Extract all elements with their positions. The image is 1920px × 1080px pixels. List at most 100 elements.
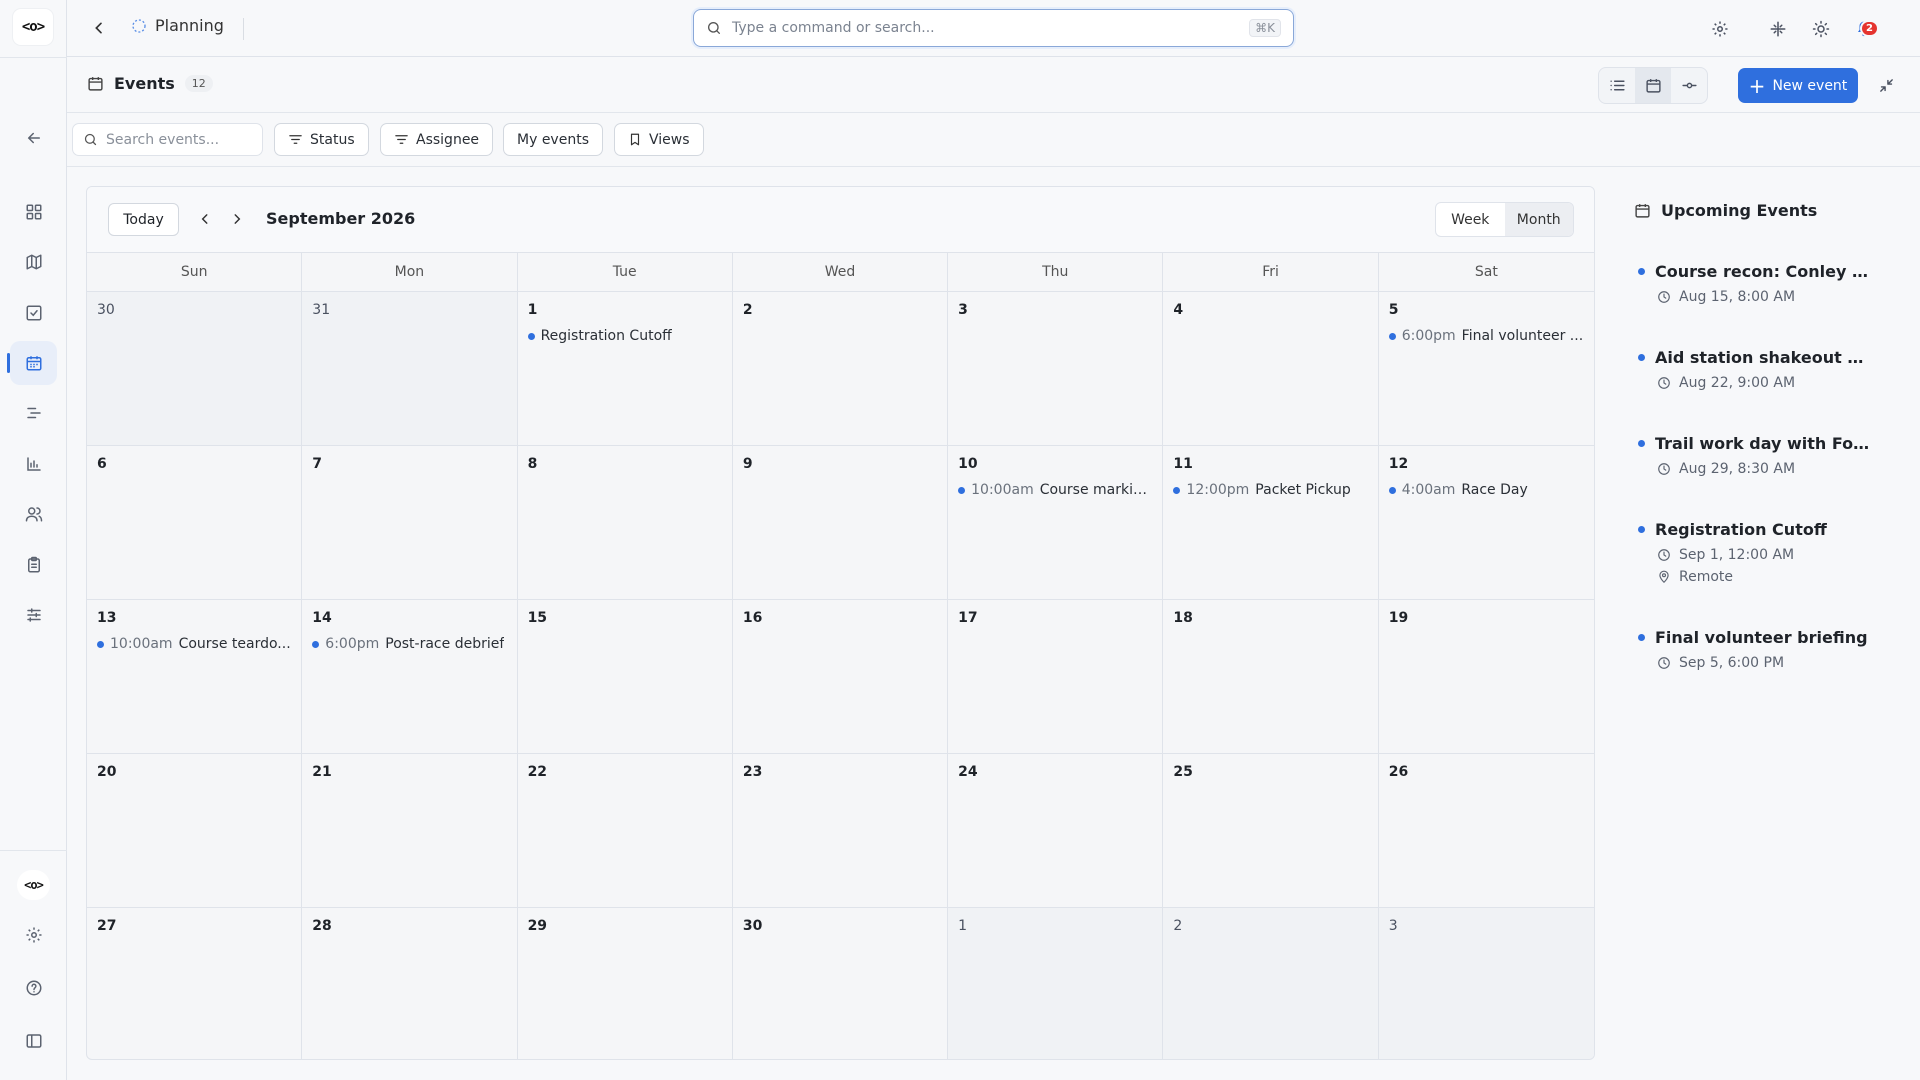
calendar-event[interactable]: 6:00pm Final volunteer ... bbox=[1388, 328, 1584, 344]
calendar-icon[interactable] bbox=[7, 341, 57, 385]
event-dot bbox=[1388, 486, 1396, 494]
day-cell[interactable]: 15 bbox=[517, 600, 733, 754]
day-cell[interactable]: 5 6:00pm Final volunteer ... bbox=[1378, 292, 1594, 446]
day-cell[interactable]: 10 10:00am Course markin... bbox=[948, 446, 1164, 600]
day-cell[interactable]: 3 bbox=[1378, 908, 1594, 1059]
tasks-check-icon[interactable] bbox=[10, 291, 57, 335]
day-cell[interactable]: 6 bbox=[87, 446, 303, 600]
day-cell[interactable]: 12 4:00am Race Day bbox=[1378, 446, 1594, 600]
list-view-icon[interactable] bbox=[1599, 68, 1635, 103]
day-cell[interactable]: 2 bbox=[1163, 908, 1379, 1059]
upcoming-event[interactable]: Trail work day with Forest ... Aug 29, 8:… bbox=[1638, 434, 1908, 477]
timeline-view-icon[interactable] bbox=[1671, 68, 1707, 103]
day-cell[interactable]: 1 Registration Cutoff bbox=[517, 292, 733, 446]
month-view-button[interactable]: Month bbox=[1504, 203, 1573, 236]
chart-icon[interactable] bbox=[10, 442, 57, 486]
day-cell[interactable]: 26 bbox=[1378, 754, 1594, 908]
sliders-icon[interactable] bbox=[10, 593, 57, 637]
day-cell[interactable]: 30 bbox=[87, 292, 303, 446]
day-number: 28 bbox=[312, 918, 332, 934]
day-cell[interactable]: 11 12:00pm Packet Pickup bbox=[1163, 446, 1379, 600]
notifications-bell-icon[interactable]: 2 bbox=[1851, 16, 1879, 42]
month-grid: 30 31 1 Registration Cutoff 2 3 4 5 6:00pm Final … bbox=[87, 292, 1594, 1059]
bookmark-icon bbox=[630, 133, 640, 146]
collapse-arrow-icon[interactable] bbox=[10, 116, 57, 160]
upcoming-event-time: Sep 5, 6:00 PM bbox=[1657, 655, 1908, 671]
day-cell[interactable]: 22 bbox=[517, 754, 733, 908]
day-cell[interactable]: 28 bbox=[302, 908, 518, 1059]
day-cell[interactable]: 31 bbox=[302, 292, 518, 446]
sparkle-icon[interactable] bbox=[1765, 16, 1791, 42]
day-cell[interactable]: 9 bbox=[732, 446, 949, 600]
timeline-icon[interactable] bbox=[10, 391, 57, 435]
help-icon[interactable] bbox=[10, 966, 57, 1010]
upcoming-event-name: Trail work day with Forest ... bbox=[1655, 434, 1875, 453]
clipboard-icon[interactable] bbox=[10, 543, 57, 587]
upcoming-event[interactable]: Aid station shakeout & ge... Aug 22, 9:00… bbox=[1638, 348, 1908, 391]
day-number: 6 bbox=[97, 456, 107, 472]
weekday-label: Thu bbox=[948, 253, 1164, 291]
map-icon[interactable] bbox=[10, 240, 57, 284]
views-button[interactable]: Views bbox=[614, 123, 704, 156]
upcoming-event[interactable]: Registration Cutoff Sep 1, 12:00 AM Remote bbox=[1638, 520, 1908, 585]
brand-logo[interactable]: <o> bbox=[17, 870, 50, 900]
day-cell[interactable]: 19 bbox=[1378, 600, 1594, 754]
calendar-event[interactable]: 12:00pm Packet Pickup bbox=[1173, 482, 1367, 498]
upcoming-event[interactable]: Course recon: Conley Cov... Aug 15, 8:00 … bbox=[1638, 262, 1908, 305]
day-cell[interactable]: 1 bbox=[948, 908, 1164, 1059]
day-cell[interactable]: 23 bbox=[732, 754, 949, 908]
day-cell[interactable]: 29 bbox=[518, 908, 733, 1059]
theme-sun-icon[interactable] bbox=[1808, 16, 1834, 42]
users-icon[interactable] bbox=[10, 492, 57, 536]
assignee-filter-button[interactable]: Assignee bbox=[380, 123, 494, 156]
settings-icon[interactable] bbox=[1707, 16, 1733, 42]
day-cell[interactable]: 30 bbox=[733, 908, 949, 1059]
search-events-input[interactable]: Search events... bbox=[72, 123, 263, 156]
command-search-input[interactable]: Type a command or search... ⌘K bbox=[693, 9, 1294, 47]
day-cell[interactable]: 25 bbox=[1163, 754, 1379, 908]
settings-gear-icon[interactable] bbox=[10, 913, 57, 957]
next-month-icon[interactable] bbox=[225, 207, 249, 231]
event-dot bbox=[1638, 526, 1645, 533]
day-cell[interactable]: 2 bbox=[732, 292, 949, 446]
calendar-toolbar: Today September 2026 Week Month bbox=[87, 187, 1594, 253]
back-chevron-icon[interactable] bbox=[87, 16, 111, 40]
day-cell[interactable]: 13 10:00am Course teardo... bbox=[87, 600, 303, 754]
new-event-button[interactable]: + New event bbox=[1738, 68, 1858, 103]
calendar-event[interactable]: Registration Cutoff bbox=[527, 328, 722, 344]
status-filter-button[interactable]: Status bbox=[274, 123, 369, 156]
day-number: 2 bbox=[742, 302, 753, 318]
page-header: Events 12 + New event bbox=[67, 57, 1920, 113]
collapse-view-icon[interactable] bbox=[1872, 71, 1900, 99]
week-view-button[interactable]: Week bbox=[1436, 203, 1505, 236]
day-cell[interactable]: 20 bbox=[87, 754, 303, 908]
day-number: 24 bbox=[958, 764, 978, 780]
day-cell[interactable]: 4 bbox=[1163, 292, 1379, 446]
my-events-button[interactable]: My events bbox=[503, 123, 603, 156]
day-number: 2 bbox=[1173, 918, 1183, 934]
dashboard-grid-icon[interactable] bbox=[10, 190, 57, 234]
today-button[interactable]: Today bbox=[108, 203, 179, 236]
day-cell[interactable]: 27 bbox=[87, 908, 303, 1059]
breadcrumb[interactable]: Planning bbox=[131, 16, 224, 35]
calendar-view-icon[interactable] bbox=[1635, 68, 1671, 103]
calendar-event[interactable]: 6:00pm Post-race debrief bbox=[312, 636, 506, 652]
day-cell[interactable]: 14 6:00pm Post-race debrief bbox=[302, 600, 518, 754]
sidebar-toggle-icon[interactable] bbox=[10, 1019, 57, 1063]
day-cell[interactable]: 21 bbox=[302, 754, 518, 908]
previous-month-icon[interactable] bbox=[193, 207, 217, 231]
calendar-event[interactable]: 4:00am Race Day bbox=[1388, 482, 1584, 498]
app-logo[interactable]: <o> bbox=[13, 9, 53, 45]
calendar-event[interactable]: 10:00am Course teardo... bbox=[97, 636, 291, 652]
search-icon bbox=[708, 22, 720, 34]
day-cell[interactable]: 24 bbox=[948, 754, 1164, 908]
day-cell[interactable]: 16 bbox=[732, 600, 949, 754]
day-cell[interactable]: 7 bbox=[302, 446, 518, 600]
upcoming-event-when: Aug 15, 8:00 AM bbox=[1679, 289, 1796, 305]
day-cell[interactable]: 18 bbox=[1163, 600, 1379, 754]
upcoming-event[interactable]: Final volunteer briefing Sep 5, 6:00 PM bbox=[1638, 628, 1908, 671]
calendar-event[interactable]: 10:00am Course markin... bbox=[958, 482, 1152, 498]
day-cell[interactable]: 3 bbox=[948, 292, 1164, 446]
day-cell[interactable]: 17 bbox=[948, 600, 1164, 754]
day-cell[interactable]: 8 bbox=[517, 446, 733, 600]
